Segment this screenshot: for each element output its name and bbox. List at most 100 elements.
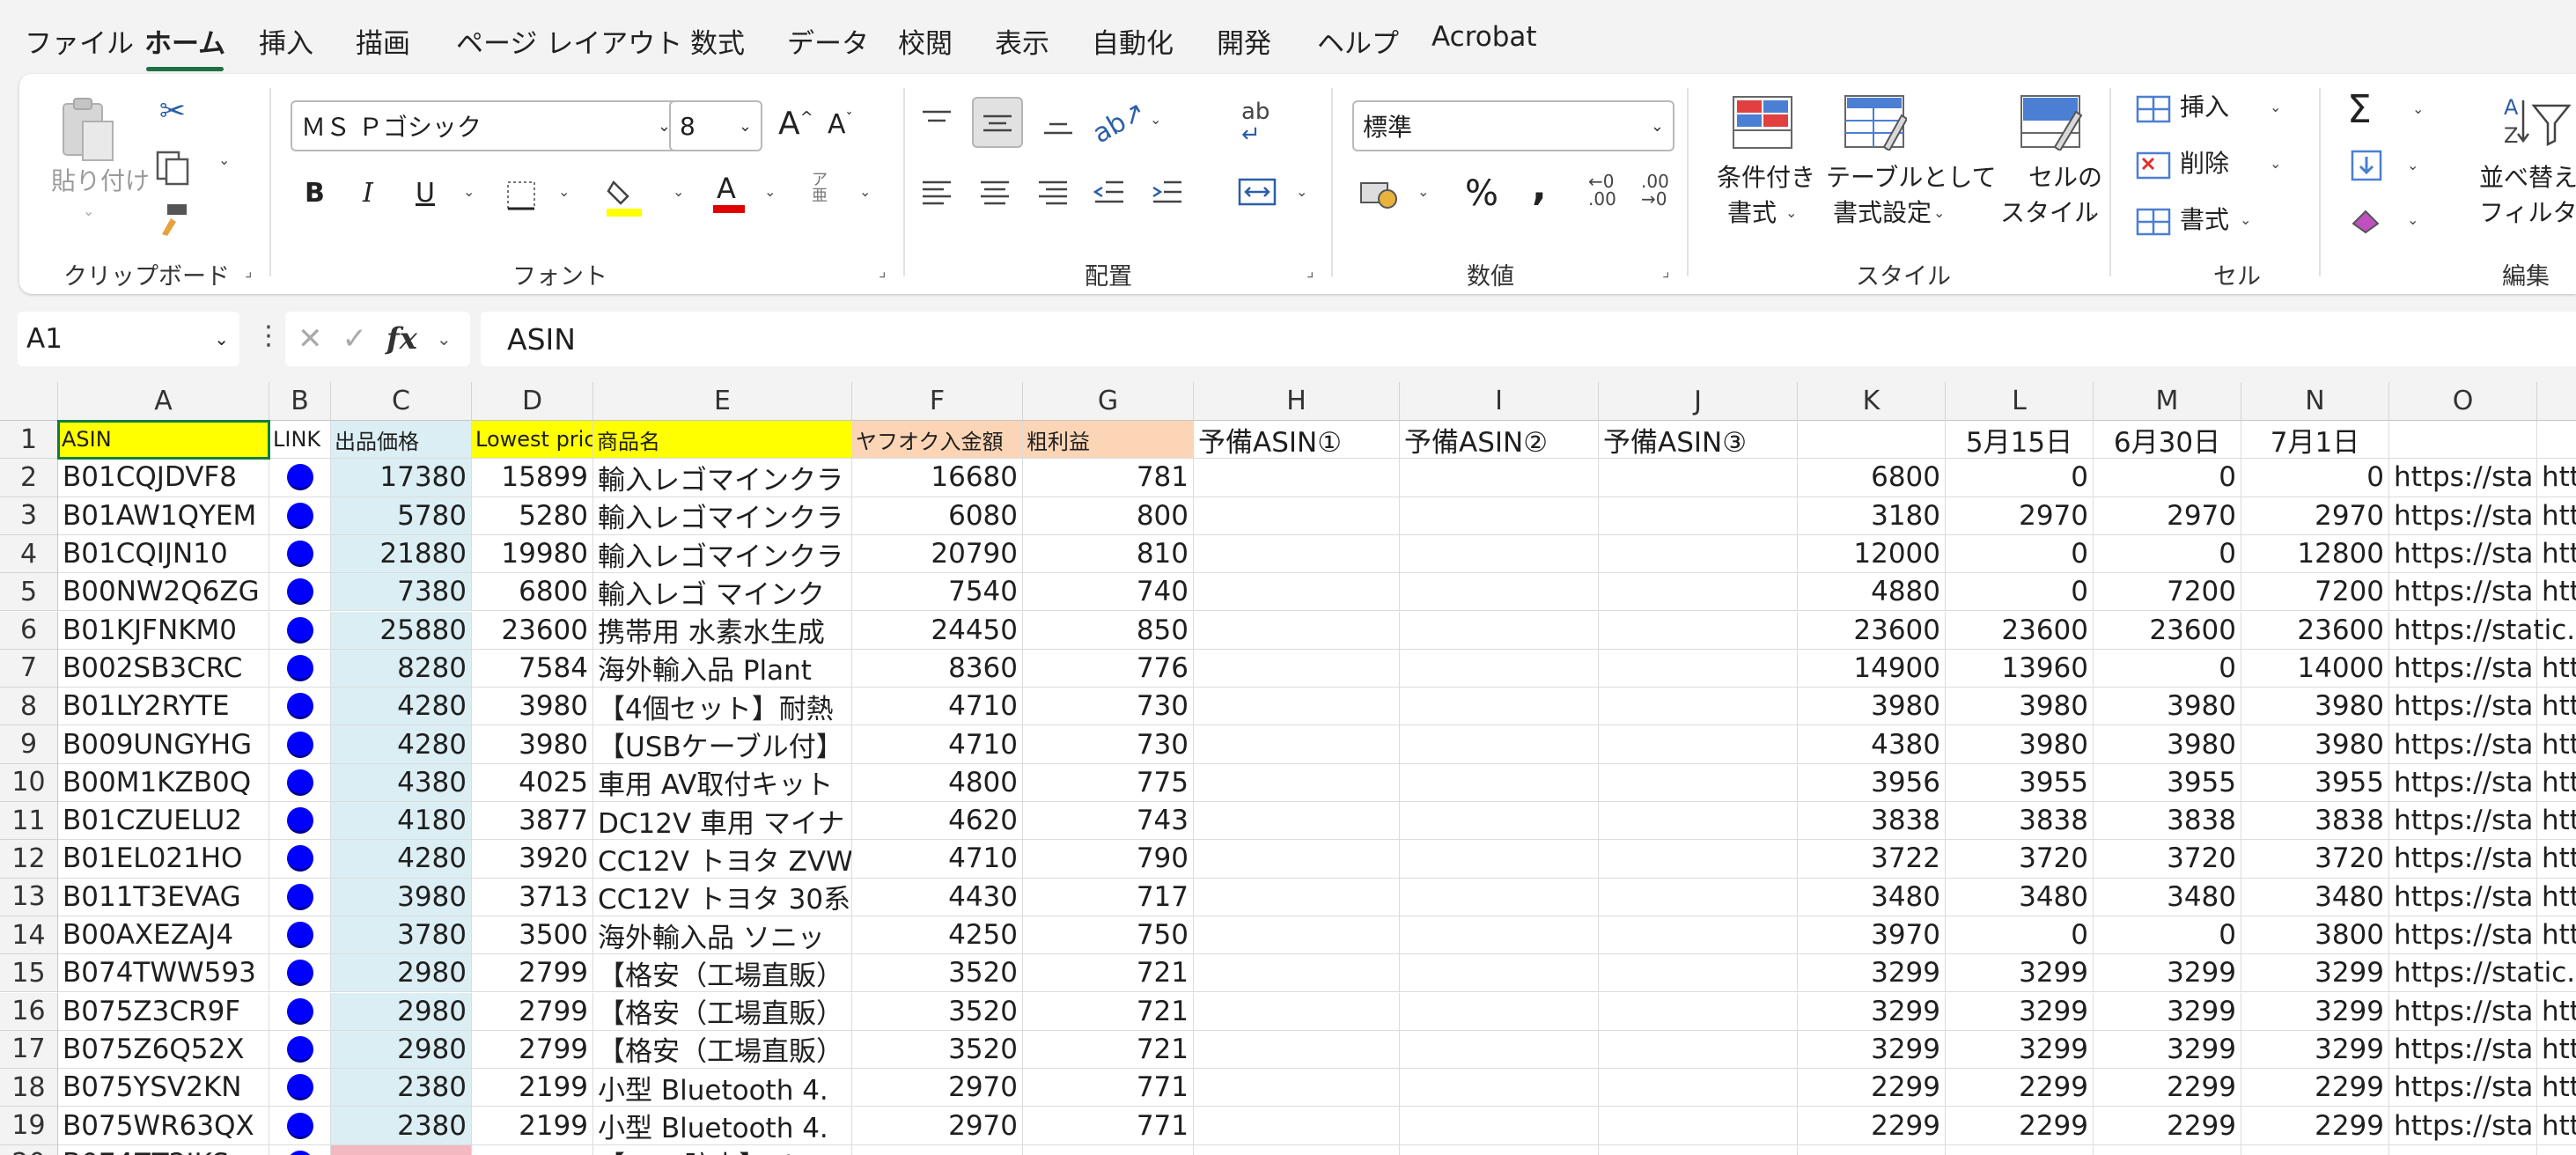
- table-cell[interactable]: [331, 1144, 472, 1155]
- table-cell[interactable]: B01CZUELU2: [58, 802, 269, 841]
- table-cell[interactable]: [1599, 1107, 1798, 1145]
- table-cell[interactable]: 8360: [852, 649, 1023, 688]
- table-cell[interactable]: [1946, 1144, 2094, 1155]
- table-cell[interactable]: [1400, 534, 1599, 574]
- table-cell[interactable]: [1400, 992, 1599, 1031]
- table-cell[interactable]: B01CQJDVF8: [58, 459, 269, 497]
- table-cell[interactable]: 3956: [1798, 763, 1946, 802]
- table-cell[interactable]: 3980: [2241, 725, 2389, 764]
- table-cell[interactable]: [1400, 840, 1599, 879]
- table-cell[interactable]: 輸入レゴマインクラ: [593, 497, 852, 535]
- table-cell[interactable]: 3838: [2094, 802, 2241, 841]
- sort-filter-label-1[interactable]: 並べ替えと: [2479, 162, 2576, 194]
- paste-dropdown-icon[interactable]: ⌄: [83, 202, 94, 221]
- column-header-I[interactable]: I: [1400, 382, 1599, 421]
- column-header-K[interactable]: K: [1798, 382, 1946, 421]
- table-cell[interactable]: 3722: [1798, 840, 1946, 879]
- table-cell[interactable]: ●: [269, 954, 331, 993]
- table-cell[interactable]: https://static.me: [2389, 954, 2576, 993]
- table-cell[interactable]: 2980: [331, 992, 472, 1031]
- paste-icon[interactable]: [56, 93, 120, 167]
- insert-cells-label[interactable]: 挿入: [2180, 92, 2229, 123]
- number-format-combo[interactable]: 標準 ⌄: [1352, 100, 1674, 151]
- phonetic-button[interactable]: ア亜: [812, 173, 838, 204]
- row-header[interactable]: 8: [0, 688, 58, 726]
- table-cell[interactable]: ●: [269, 459, 331, 497]
- header-cell[interactable]: 出品価格: [331, 421, 472, 460]
- table-cell[interactable]: 【格安（工場直販）: [593, 992, 852, 1031]
- table-cell[interactable]: 781: [1023, 459, 1194, 497]
- table-cell[interactable]: [472, 1144, 593, 1155]
- row-header[interactable]: 19: [0, 1107, 58, 1145]
- table-cell[interactable]: 0: [2094, 534, 2241, 574]
- table-cell[interactable]: 800: [1023, 497, 1194, 535]
- table-cell[interactable]: 2299: [1798, 1107, 1946, 1145]
- menu-tab-1[interactable]: ホーム: [144, 21, 225, 71]
- table-cell[interactable]: 0: [1946, 534, 2094, 574]
- clear-icon[interactable]: [2349, 202, 2384, 238]
- insert-cells-icon[interactable]: [2134, 90, 2173, 129]
- row-header[interactable]: 1: [0, 421, 58, 460]
- table-cell[interactable]: 3500: [472, 916, 593, 955]
- table-cell[interactable]: 3980: [1946, 725, 2094, 764]
- table-cell[interactable]: B01EL021HO: [58, 840, 269, 879]
- clear-dropdown-icon[interactable]: ⌄: [2407, 211, 2418, 230]
- decrease-font-icon[interactable]: Aˇ: [828, 107, 853, 142]
- table-cell[interactable]: ●: [269, 840, 331, 879]
- row-header[interactable]: 4: [0, 534, 58, 574]
- table-cell[interactable]: DC12V 車用 マイナ: [593, 802, 852, 841]
- table-cell[interactable]: 7584: [472, 649, 593, 688]
- table-cell[interactable]: [2537, 1145, 2576, 1155]
- table-cell[interactable]: [1599, 878, 1798, 916]
- row-header[interactable]: 12: [0, 840, 58, 879]
- table-cell[interactable]: 3955: [2094, 763, 2241, 802]
- table-cell[interactable]: 7200: [2241, 573, 2389, 612]
- table-cell[interactable]: 3780: [331, 916, 472, 955]
- table-cell[interactable]: 3713: [472, 878, 593, 916]
- header-cell[interactable]: ASIN: [58, 421, 269, 460]
- table-cell[interactable]: 4710: [852, 688, 1023, 726]
- row-header[interactable]: 14: [0, 916, 58, 955]
- table-cell[interactable]: 3838: [1798, 802, 1946, 841]
- link-bullet-icon[interactable]: ●: [286, 922, 313, 949]
- table-cell[interactable]: 3980: [2241, 688, 2389, 726]
- table-cell[interactable]: 2299: [2241, 1107, 2389, 1145]
- table-cell[interactable]: 0: [2241, 459, 2389, 497]
- row-header[interactable]: 6: [0, 611, 58, 650]
- table-cell[interactable]: 3299: [2241, 992, 2389, 1031]
- menu-tab-7[interactable]: 校閲: [898, 21, 953, 61]
- column-header-G[interactable]: G: [1023, 382, 1194, 421]
- align-top-icon[interactable]: [916, 100, 958, 143]
- row-header[interactable]: 11: [0, 802, 58, 841]
- table-cell[interactable]: https:: [2537, 879, 2576, 916]
- table-cell[interactable]: 721: [1023, 992, 1194, 1031]
- table-cell[interactable]: 3980: [2094, 688, 2241, 726]
- table-cell[interactable]: 3299: [1798, 992, 1946, 1031]
- copy-dropdown-icon[interactable]: ⌄: [218, 151, 230, 170]
- table-cell[interactable]: 輸入レゴ マインク: [593, 573, 852, 612]
- table-cell[interactable]: https:: [2537, 840, 2576, 879]
- table-cell[interactable]: [1599, 459, 1798, 497]
- table-cell[interactable]: 0: [1946, 459, 2094, 497]
- table-cell[interactable]: 3980: [1946, 688, 2094, 726]
- table-cell[interactable]: 3299: [2241, 1030, 2389, 1070]
- table-cell[interactable]: [1400, 763, 1599, 802]
- table-cell[interactable]: [1400, 611, 1599, 650]
- fill-color-icon[interactable]: [604, 173, 644, 218]
- format-as-table-label-2[interactable]: 書式設定: [1833, 197, 1932, 229]
- column-header-M[interactable]: M: [2094, 382, 2241, 421]
- sort-filter-icon[interactable]: AZ: [2502, 92, 2572, 153]
- header-cell[interactable]: Lowest pric: [472, 421, 593, 460]
- table-cell[interactable]: [1194, 497, 1400, 535]
- table-cell[interactable]: https://sta: [2389, 649, 2537, 688]
- link-bullet-icon[interactable]: ●: [286, 1112, 313, 1139]
- table-cell[interactable]: 3920: [472, 840, 593, 879]
- table-cell[interactable]: 4025: [472, 763, 593, 802]
- table-cell[interactable]: B009UNGYHG: [58, 725, 269, 764]
- header-cell[interactable]: 6月30日: [2094, 421, 2241, 460]
- table-cell[interactable]: [2389, 1144, 2537, 1155]
- table-cell[interactable]: https://sta: [2389, 802, 2537, 841]
- table-cell[interactable]: 13960: [1946, 649, 2094, 688]
- table-cell[interactable]: ●: [269, 1144, 331, 1155]
- table-cell[interactable]: 2199: [472, 1069, 593, 1107]
